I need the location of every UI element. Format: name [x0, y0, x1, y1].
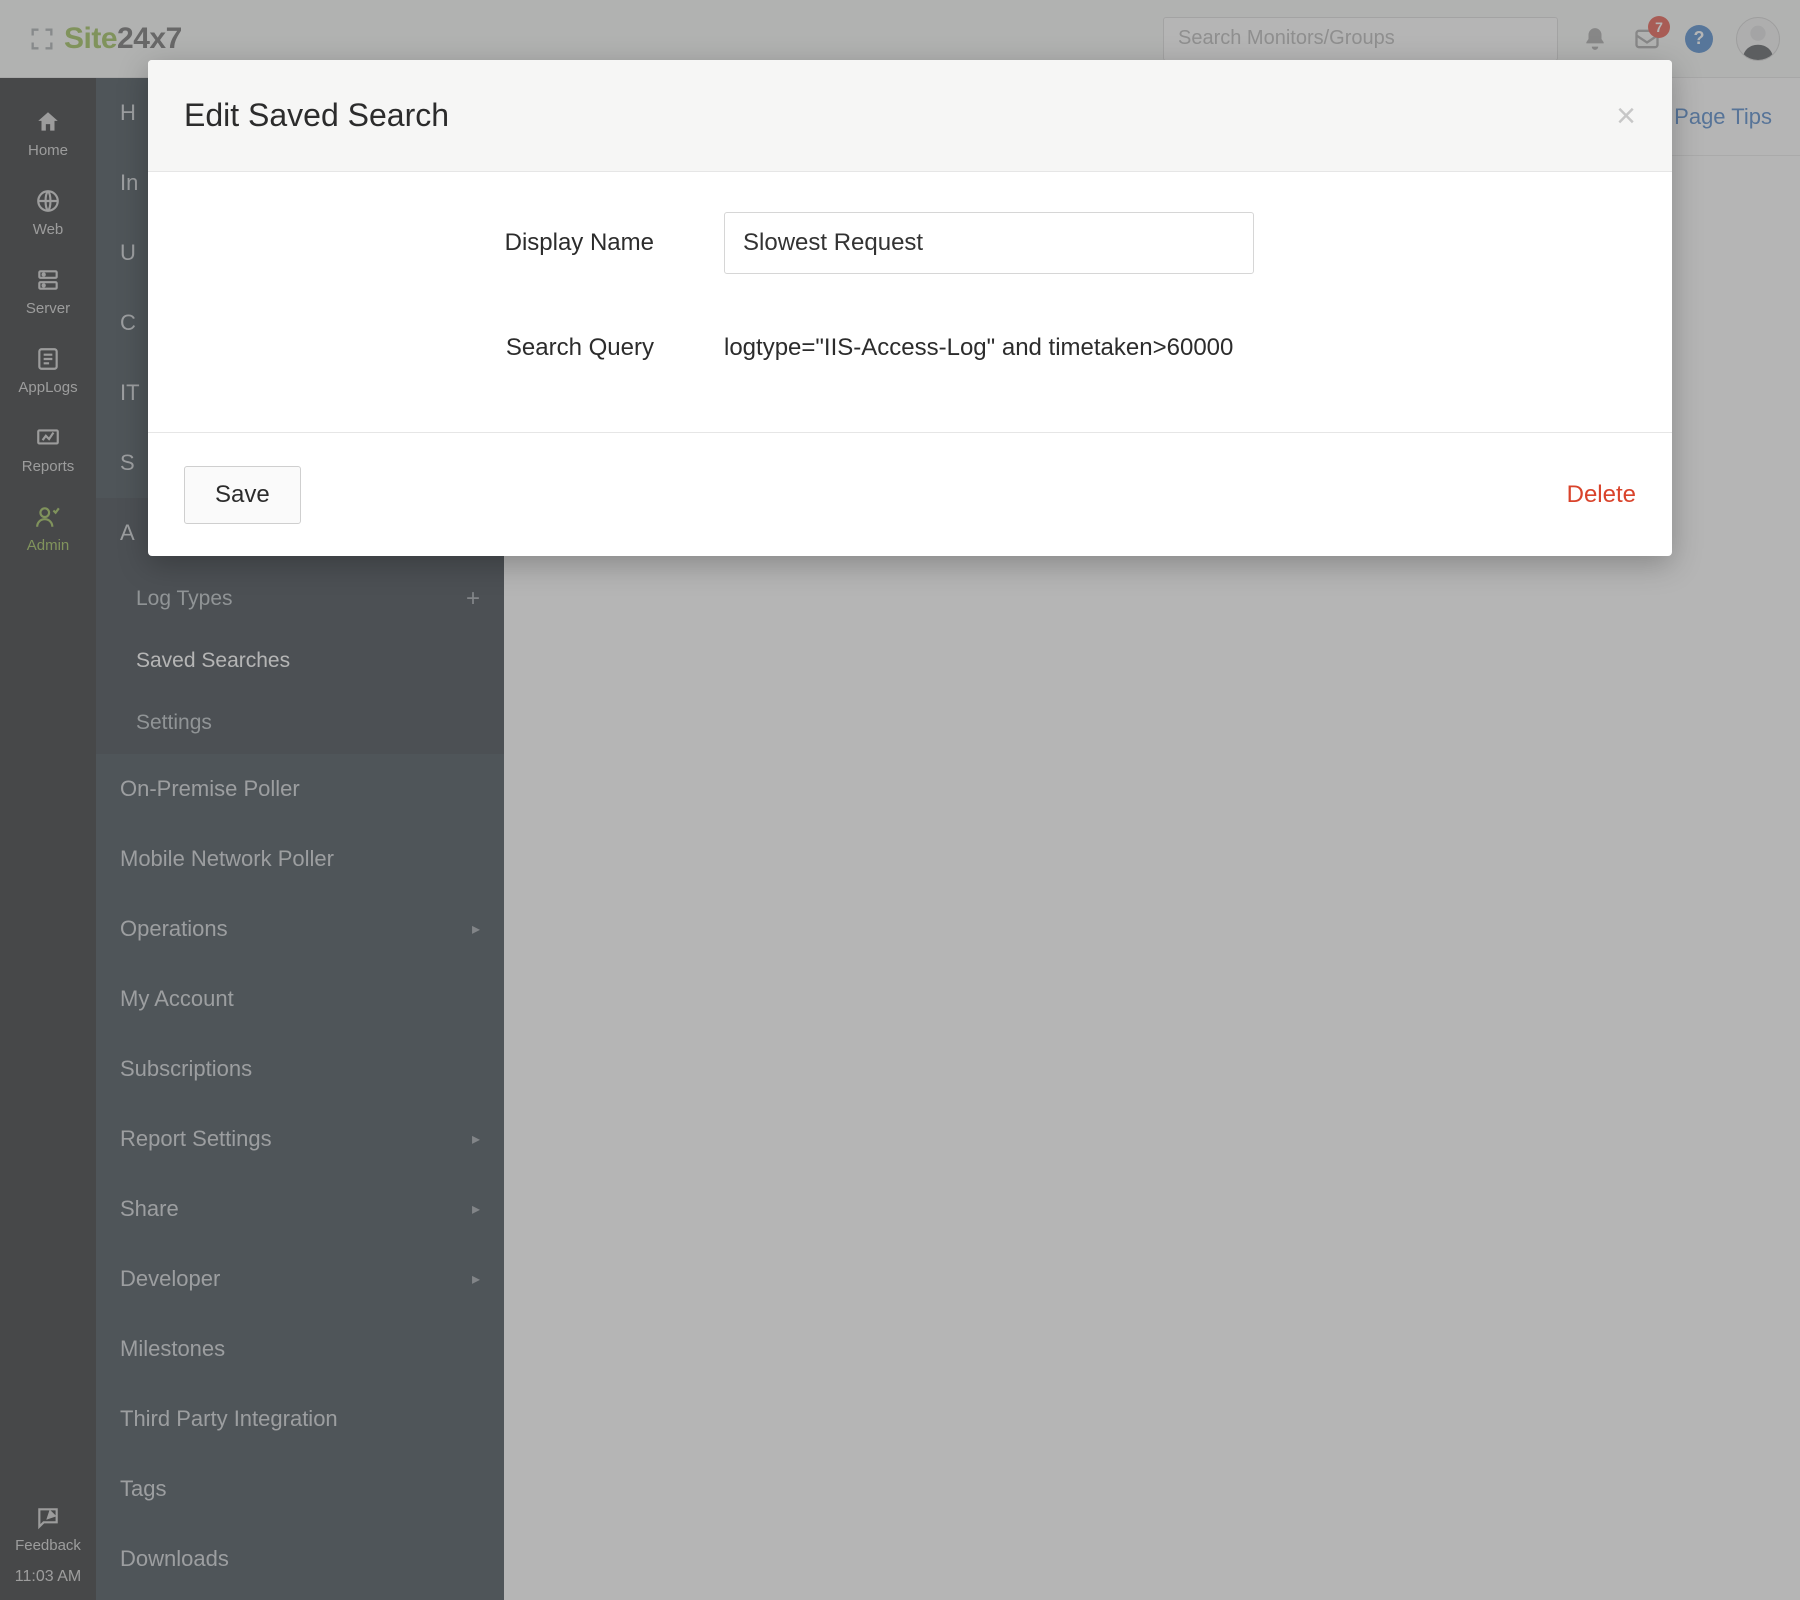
search-query-value: logtype="IIS-Access-Log" and timetaken>6…: [724, 334, 1233, 362]
save-button[interactable]: Save: [184, 466, 301, 524]
form-row-search-query: Search Query logtype="IIS-Access-Log" an…: [184, 334, 1636, 362]
search-query-label: Search Query: [184, 334, 724, 362]
display-name-label: Display Name: [184, 229, 724, 257]
display-name-input[interactable]: [724, 212, 1254, 274]
modal-body: Display Name Search Query logtype="IIS-A…: [148, 172, 1672, 432]
modal-header: Edit Saved Search ×: [148, 60, 1672, 172]
form-row-display-name: Display Name: [184, 212, 1636, 274]
close-icon[interactable]: ×: [1616, 99, 1636, 133]
modal-title: Edit Saved Search: [184, 97, 449, 134]
delete-button[interactable]: Delete: [1567, 481, 1636, 509]
modal-footer: Save Delete: [148, 432, 1672, 556]
modal-edit-saved-search: Edit Saved Search × Display Name Search …: [148, 60, 1672, 556]
